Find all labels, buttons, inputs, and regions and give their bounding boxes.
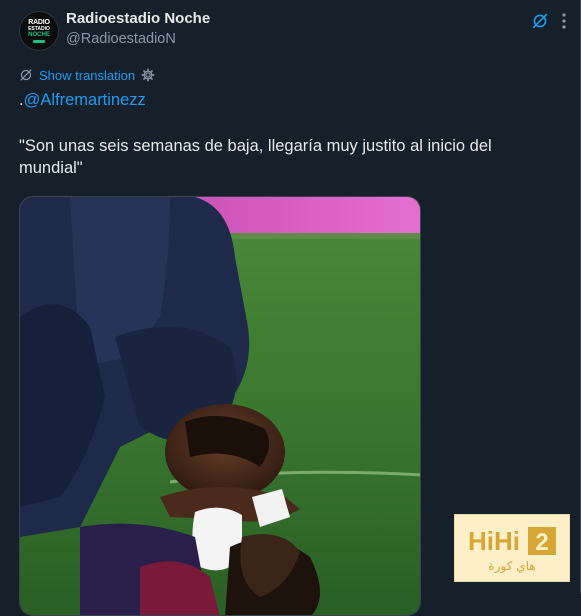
tweet-media-photo[interactable]: [19, 196, 421, 616]
tweet-text: .@Alfremartinezz "Son unas seis semanas …: [19, 89, 559, 179]
svg-text:HiHi: HiHi: [468, 526, 520, 556]
avatar-text-line-3: NOCHE: [28, 32, 50, 38]
tweet-mention-line: .@Alfremartinezz: [19, 89, 559, 111]
display-name[interactable]: Radioestadio Noche: [66, 10, 210, 27]
tweet-quote: "Son unas seis semanas de baja, llegaría…: [19, 137, 492, 177]
user-handle[interactable]: @RadioestadioN: [66, 31, 176, 47]
more-options-icon: [562, 13, 566, 29]
more-options-button[interactable]: [557, 10, 571, 32]
show-translation-link[interactable]: Show translation: [39, 68, 135, 83]
gear-icon[interactable]: [141, 68, 155, 82]
mention-link[interactable]: @Alfremartinezz: [24, 91, 146, 109]
svg-text:هاي كورة: هاي كورة: [488, 559, 535, 574]
avatar-text-line-1: RADIO: [28, 19, 50, 26]
hihi2-logo: HiHi 2 هاي كورة: [468, 526, 556, 574]
grok-icon: [532, 13, 548, 29]
avatar[interactable]: RADIO ESTADIO NOCHE: [19, 11, 59, 51]
svg-text:2: 2: [535, 529, 548, 556]
avatar-bar: [33, 40, 45, 43]
injured-player-photo: [20, 197, 420, 615]
tweet-header: RADIO ESTADIO NOCHE Radioestadio Noche @…: [19, 8, 569, 52]
translation-row: Show translation: [19, 66, 155, 84]
hihi2-watermark-logo: HiHi 2 هاي كورة: [454, 514, 570, 582]
grok-button[interactable]: [529, 10, 551, 32]
translate-icon: [20, 69, 32, 81]
